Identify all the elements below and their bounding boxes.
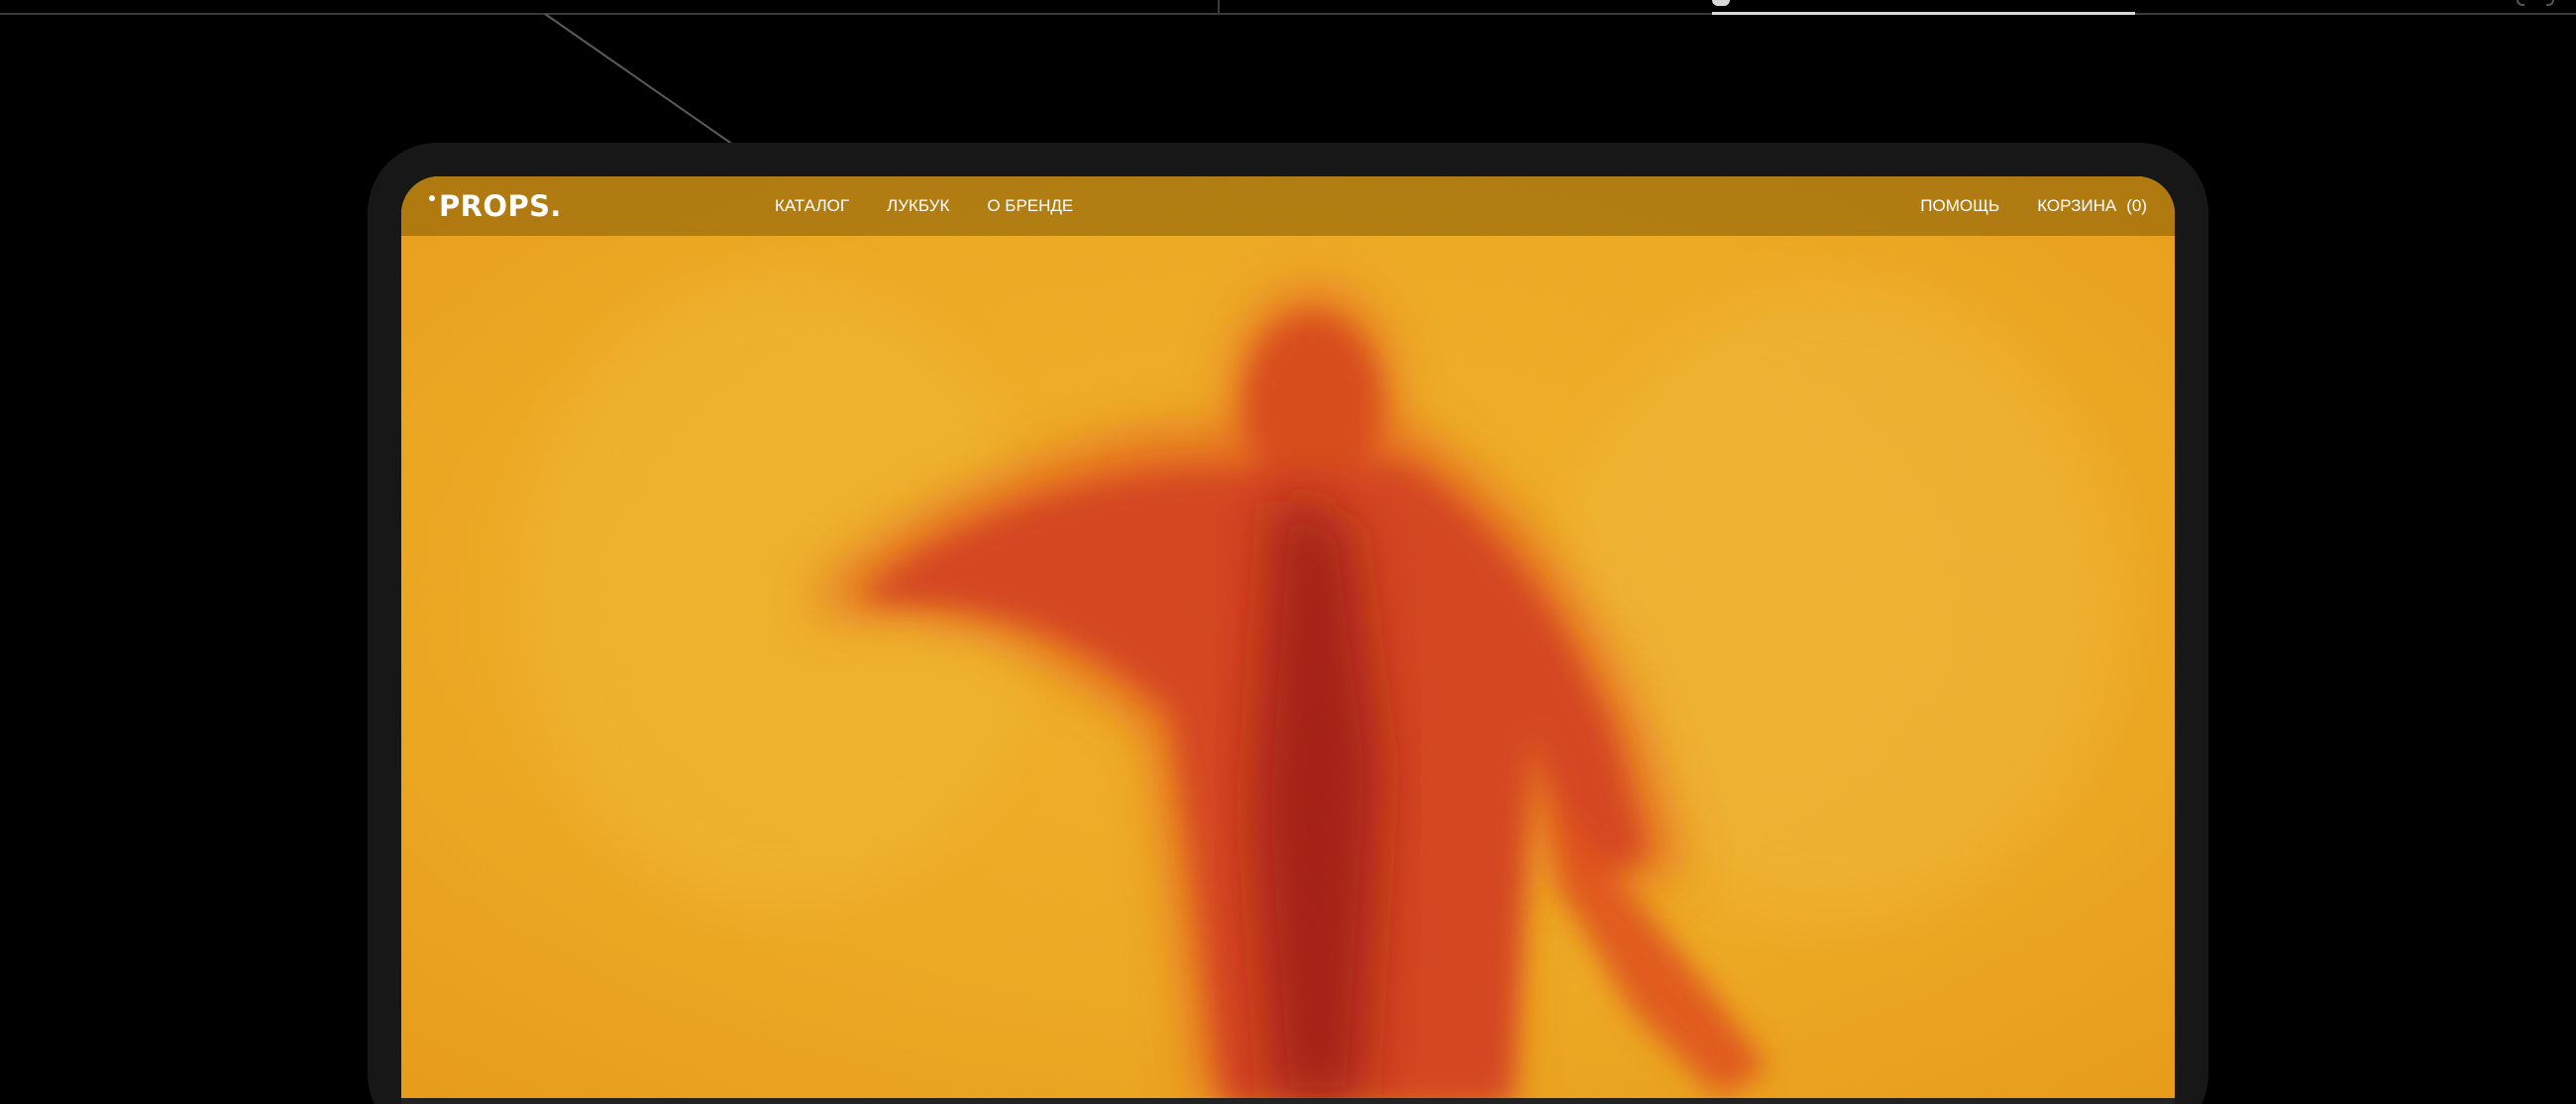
counter-bracket-left (2517, 0, 2524, 6)
top-divider-line (0, 13, 2576, 15)
nav-link-help[interactable]: ПОМОЩЬ (1920, 196, 1999, 216)
nav-link-about-brand[interactable]: О БРЕНДЕ (987, 196, 1073, 216)
progress-indicator (1712, 12, 2135, 15)
nav-link-catalog[interactable]: КАТАЛОГ (775, 196, 849, 216)
cart-count-badge: (0) (2126, 196, 2147, 215)
top-divider-tick (1218, 0, 1220, 14)
logo-dot-icon (429, 195, 435, 201)
screen-bottom-edge (401, 1098, 2175, 1104)
top-navigation-bar: PROPS. КАТАЛОГ ЛУКБУК О БРЕНДЕ ПОМОЩЬ КО… (401, 176, 2175, 236)
secondary-navigation: ПОМОЩЬ КОРЗИНА (0) (1920, 176, 2147, 236)
progress-indicator-knob (1712, 0, 1730, 6)
brand-logo[interactable]: PROPS. (439, 192, 562, 221)
hero-image (401, 176, 2175, 1104)
primary-navigation: КАТАЛОГ ЛУКБУК О БРЕНДЕ (775, 176, 1073, 236)
cart-button[interactable]: КОРЗИНА (0) (2037, 196, 2147, 216)
counter-bracket-right (2546, 0, 2554, 6)
nav-link-lookbook[interactable]: ЛУКБУК (887, 196, 949, 216)
cart-label: КОРЗИНА (2037, 196, 2117, 215)
page: PROPS. КАТАЛОГ ЛУКБУК О БРЕНДЕ ПОМОЩЬ КО… (0, 0, 2576, 1104)
device-screen: PROPS. КАТАЛОГ ЛУКБУК О БРЕНДЕ ПОМОЩЬ КО… (401, 176, 2175, 1104)
